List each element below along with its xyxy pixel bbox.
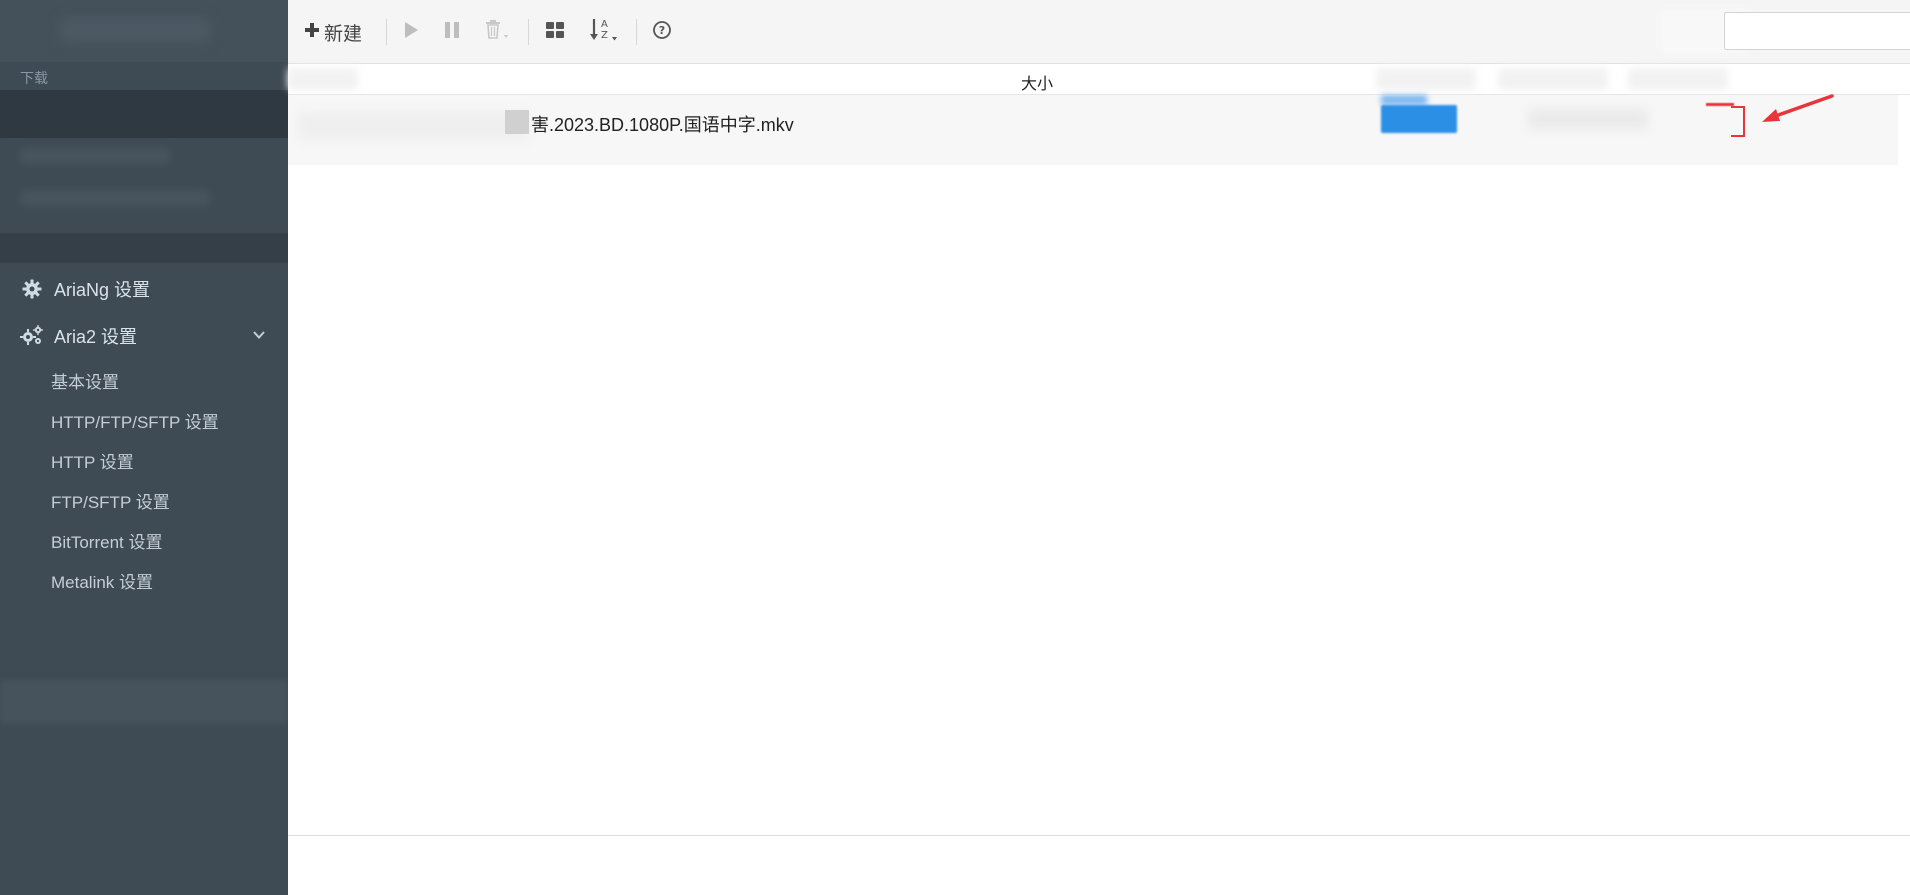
sidebar-subitem-bittorrent-settings[interactable]: BitTorrent 设置 — [51, 528, 162, 553]
blurred-sidebar-item-active[interactable] — [0, 90, 288, 138]
ariang-window: 下载 AriaNg 设置 Aria2 设置 基本设置 HTTP/FTP/SFTP… — [0, 0, 1910, 895]
search-input[interactable] — [1735, 13, 1910, 49]
blurred-task-status — [1528, 109, 1648, 129]
blurred-progress-top — [1381, 95, 1427, 105]
blurred-sidebar-band — [0, 233, 288, 263]
annotation-mark — [1706, 103, 1734, 106]
task-name[interactable]: 害.2023.BD.1080P.国语中字.mkv — [531, 111, 794, 137]
search-box — [1724, 12, 1910, 50]
pause-button[interactable] — [443, 16, 461, 48]
sidebar-subitem-basic-settings[interactable]: 基本设置 — [51, 368, 119, 393]
gears-icon — [20, 325, 44, 347]
toolbar-divider — [386, 19, 387, 45]
toolbar-divider — [528, 19, 529, 45]
footer-divider — [288, 835, 1910, 836]
sidebar-section-label: 下载 — [20, 70, 48, 86]
sidebar-logo-area — [0, 0, 288, 62]
blurred-column-header[interactable] — [1498, 68, 1608, 90]
blurred-column-header[interactable] — [1376, 68, 1476, 90]
grid-icon — [545, 21, 565, 44]
new-task-button[interactable]: 新建 — [304, 16, 362, 48]
sidebar-item-label: AriaNg 设置 — [54, 280, 151, 300]
sidebar-subitem-ftp-sftp-settings[interactable]: FTP/SFTP 设置 — [51, 488, 170, 513]
help-button[interactable]: ? — [652, 16, 672, 48]
column-header-size[interactable]: 大小 — [1021, 70, 1053, 94]
sort-button[interactable]: A Z — [589, 16, 619, 48]
toolbar-divider — [636, 19, 637, 45]
start-button[interactable] — [402, 16, 420, 48]
blurred-logo — [60, 18, 210, 42]
sidebar-subitem-http-settings[interactable]: HTTP 设置 — [51, 448, 134, 473]
blurred-sidebar-item[interactable] — [20, 190, 210, 206]
annotation-arrow-icon — [1756, 92, 1836, 137]
sidebar-item-ariang-settings[interactable]: AriaNg 设置 — [0, 269, 288, 309]
pause-icon — [443, 21, 461, 44]
blurred-column-header[interactable] — [1628, 68, 1728, 90]
toolbar: 新建 A Z ? — [288, 0, 1910, 64]
trash-icon — [484, 19, 510, 46]
progress-bar — [1381, 105, 1457, 133]
blurred-footer-area — [1324, 803, 1910, 895]
sidebar-subitem-http-ftp-sftp-settings[interactable]: HTTP/FTP/SFTP 设置 — [51, 408, 219, 433]
display-mode-button[interactable] — [545, 16, 565, 48]
sidebar-item-label: Aria2 设置 — [54, 327, 138, 347]
svg-text:Z: Z — [601, 30, 608, 41]
sidebar: 下载 AriaNg 设置 Aria2 设置 基本设置 HTTP/FTP/SFTP… — [0, 0, 288, 895]
plus-icon — [304, 22, 320, 43]
sidebar-item-aria2-settings[interactable]: Aria2 设置 — [0, 316, 288, 356]
play-icon — [402, 21, 420, 44]
gear-icon — [20, 279, 44, 299]
task-list-header: 大小 — [288, 64, 1910, 95]
svg-text:A: A — [601, 19, 608, 30]
blurred-column-header[interactable] — [288, 68, 358, 90]
sidebar-subitem-metalink-settings[interactable]: Metalink 设置 — [51, 568, 153, 593]
help-icon: ? — [652, 20, 672, 45]
chevron-down-icon[interactable] — [252, 328, 266, 347]
main-content: 新建 A Z ? 大小 害.2023.BD.1080P.国语中字.mkv — [288, 0, 1910, 895]
blurred-sidebar-item[interactable] — [20, 148, 170, 164]
svg-text:?: ? — [659, 24, 665, 37]
task-row[interactable]: 害.2023.BD.1080P.国语中字.mkv — [288, 92, 1898, 165]
annotation-bracket — [1731, 106, 1745, 137]
blurred-task-name-prefix — [298, 111, 528, 141]
delete-button[interactable] — [484, 16, 510, 48]
new-task-label: 新建 — [324, 23, 363, 45]
blurred-sidebar-footer — [0, 680, 288, 724]
sort-az-icon: A Z — [589, 17, 619, 48]
redaction-block — [505, 110, 529, 134]
